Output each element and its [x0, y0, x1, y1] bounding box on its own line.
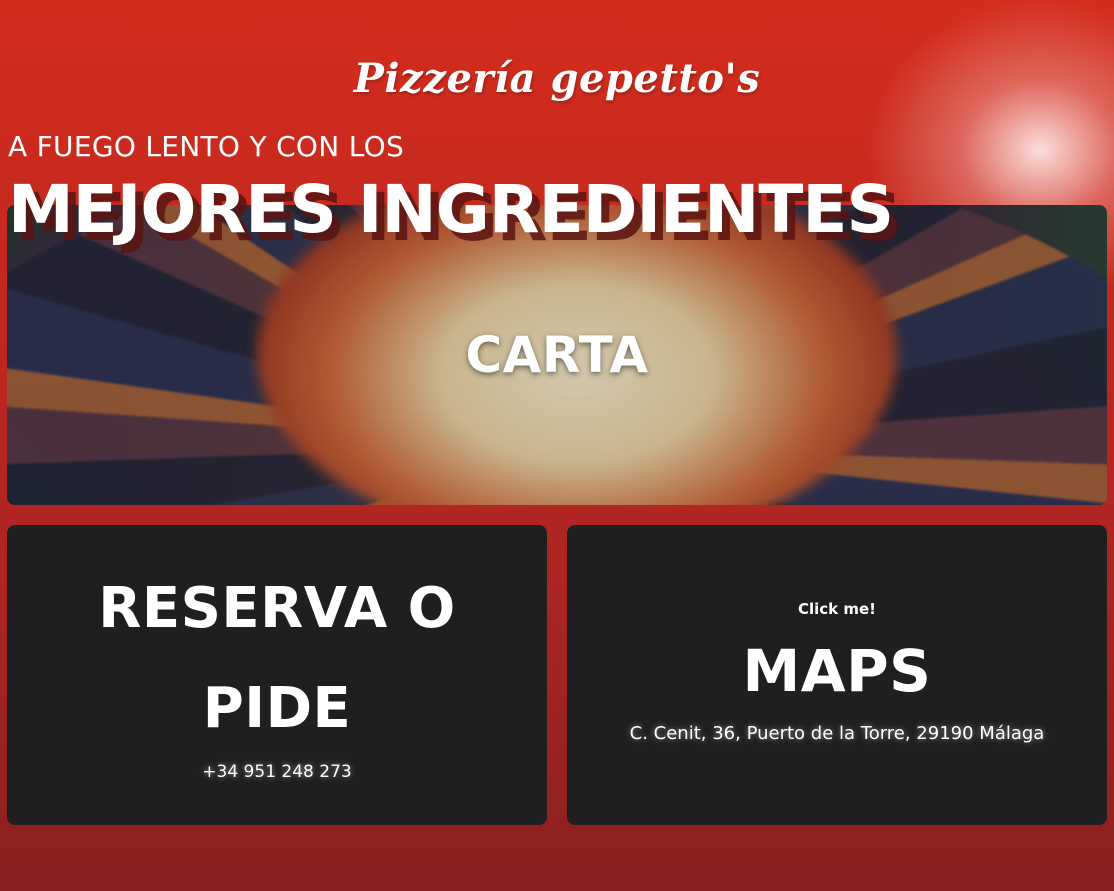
brand-logo-text: Pizzería gepetto's: [353, 55, 761, 102]
maps-card[interactable]: Click me! MAPS C. Cenit, 36, Puerto de l…: [567, 525, 1107, 825]
reservation-title-line1: RESERVA O: [98, 576, 456, 641]
reservation-title: RESERVA O PIDE: [7, 559, 547, 759]
reservation-title-line2: PIDE: [202, 676, 352, 741]
maps-title: MAPS: [742, 637, 932, 705]
menu-card-label: CARTA: [465, 326, 649, 384]
reservation-card[interactable]: RESERVA O PIDE +34 951 248 273: [7, 525, 547, 825]
tagline: A FUEGO LENTO Y CON LOS: [8, 130, 405, 163]
click-hint: Click me!: [797, 600, 877, 618]
headline: MEJORES INGREDIENTES: [8, 171, 894, 248]
address: C. Cenit, 36, Puerto de la Torre, 29190 …: [629, 723, 1045, 744]
phone-number[interactable]: +34 951 248 273: [7, 761, 547, 783]
